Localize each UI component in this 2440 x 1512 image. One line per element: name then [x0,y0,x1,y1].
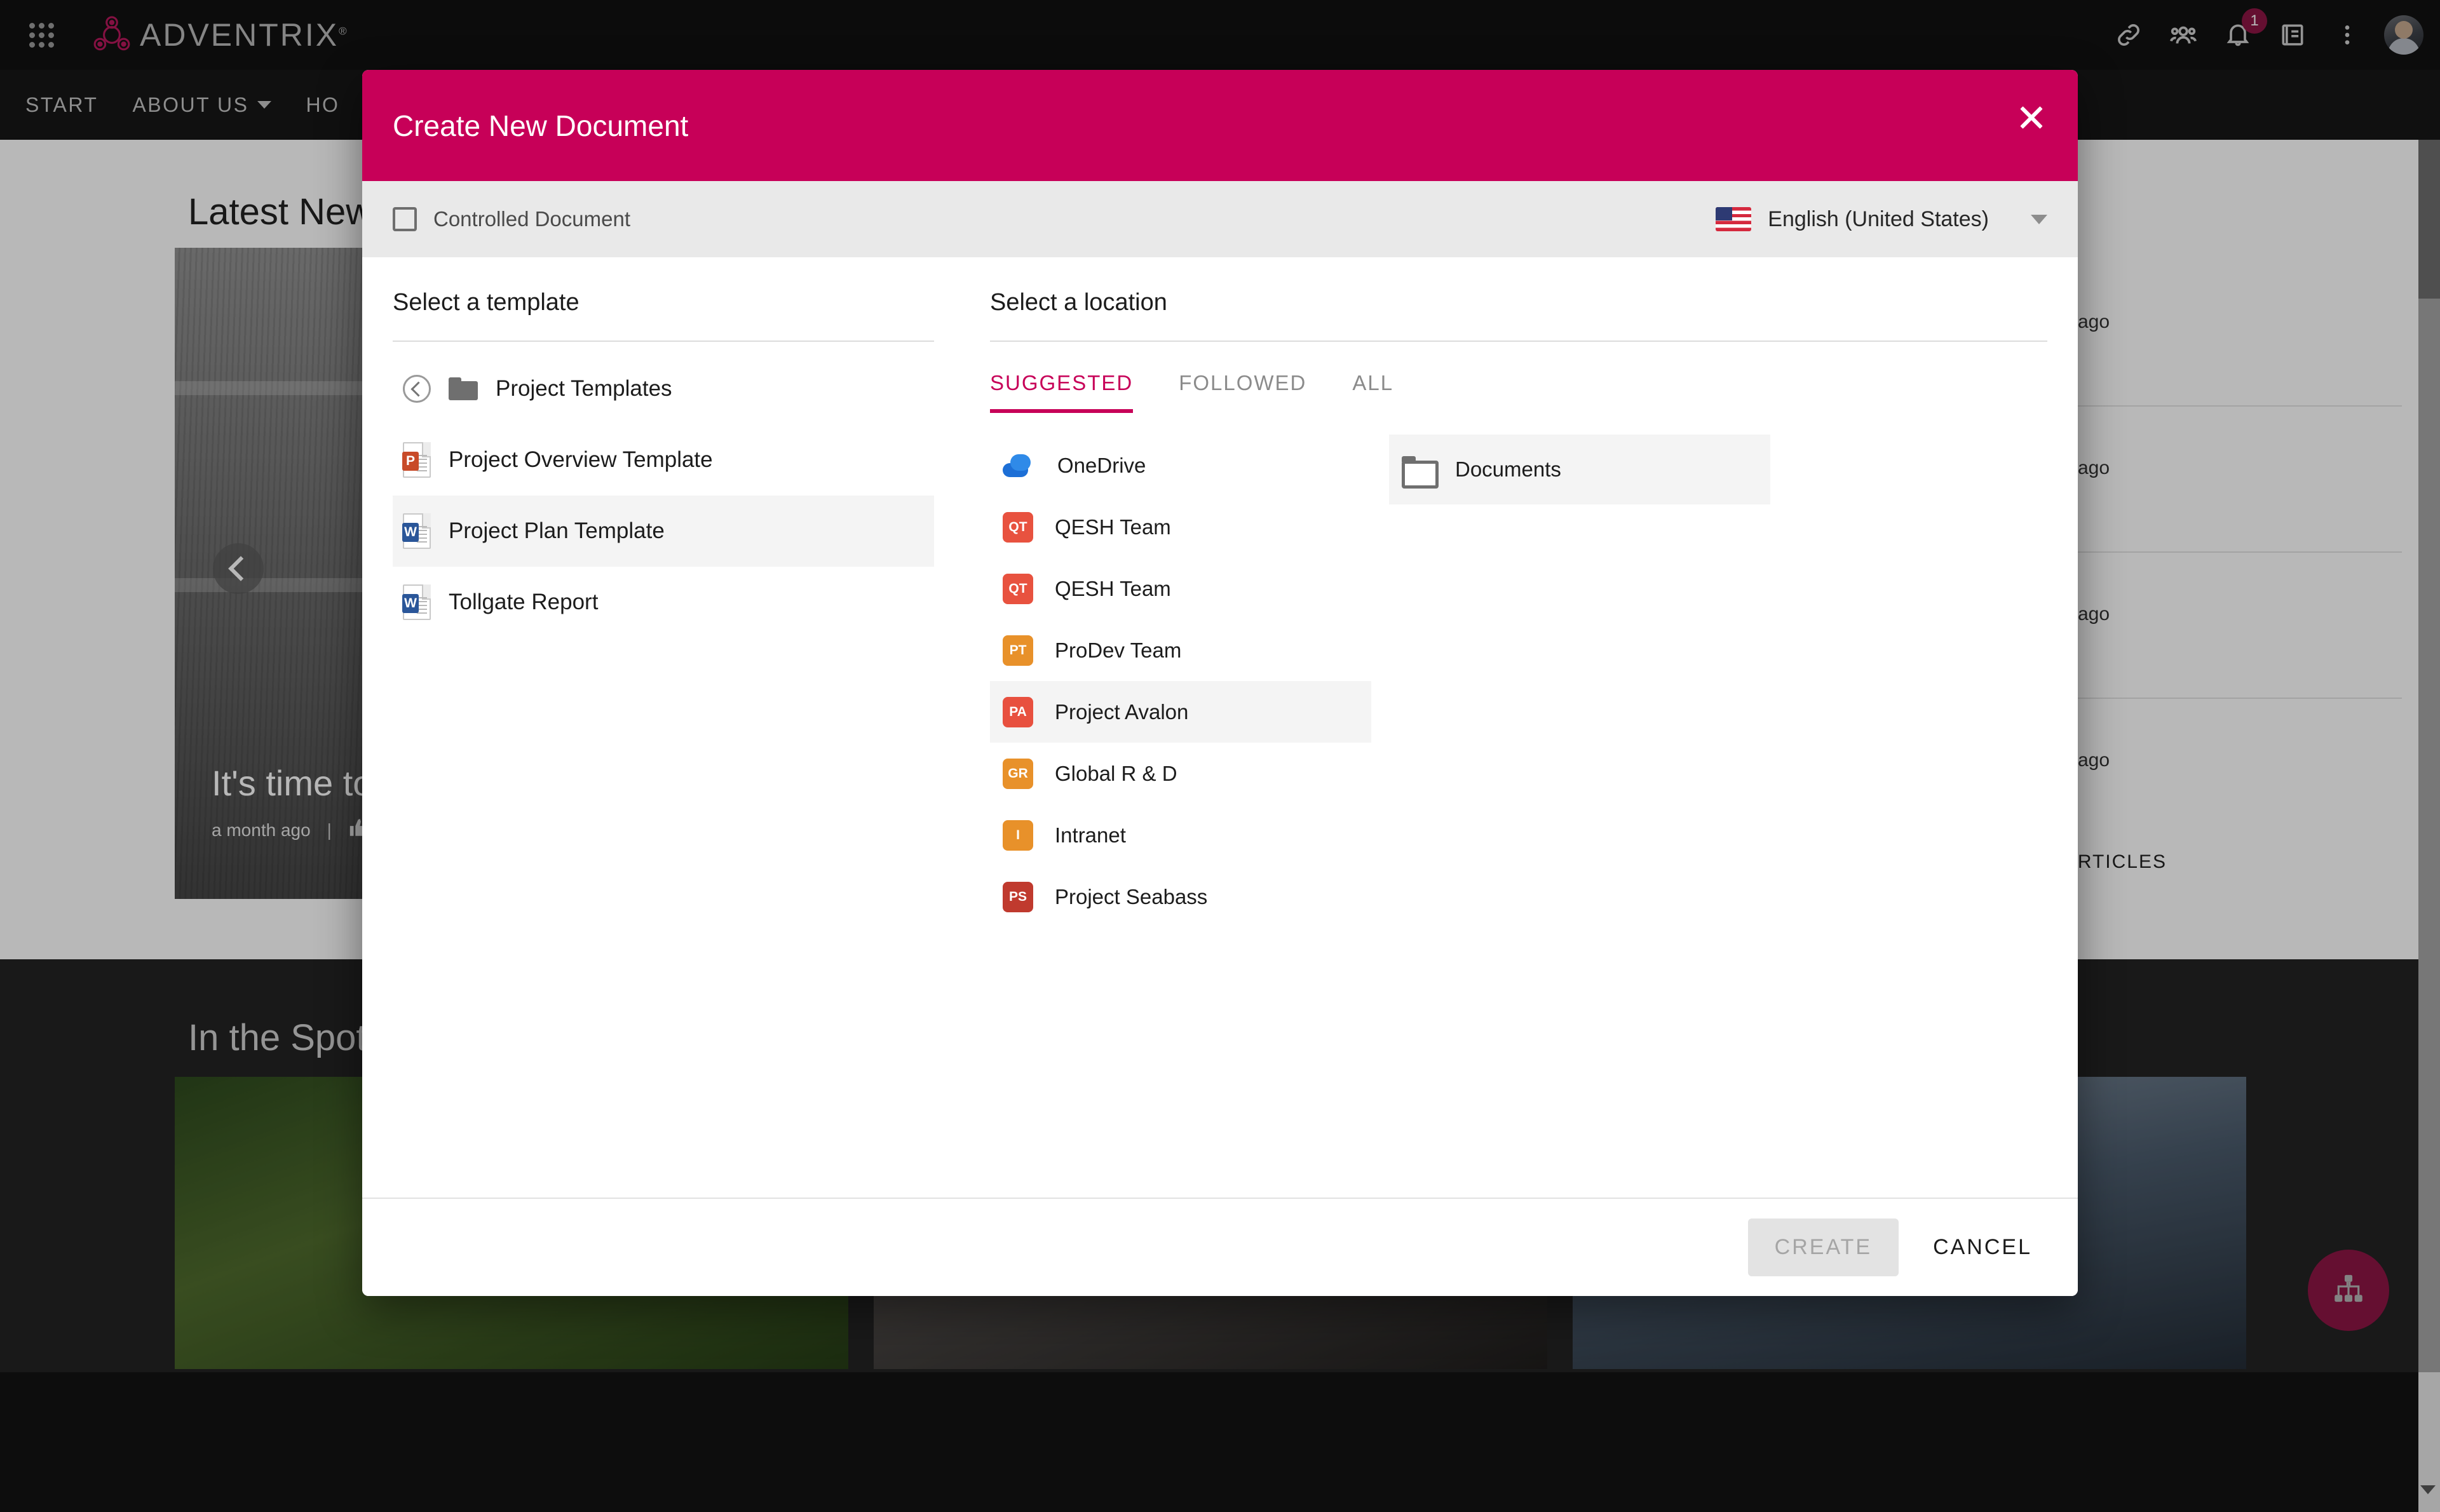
location-panel-heading: Select a location [990,289,2047,342]
onedrive-icon [1003,453,1036,478]
site-avatar-tile: PA [1003,697,1033,727]
site-item-project-avalon[interactable]: PA Project Avalon [990,681,1371,743]
location-panel: Select a location SUGGESTED FOLLOWED ALL… [959,257,2078,1198]
create-new-document-dialog: Create New Document Controlled Document … [362,70,2078,1296]
create-button[interactable]: CREATE [1748,1218,1899,1276]
template-panel: Select a template Project Templates P Pr… [362,257,959,1198]
site-item-label: QESH Team [1055,577,1171,601]
template-panel-heading: Select a template [393,289,934,342]
folder-item-documents[interactable]: Documents [1389,435,1770,504]
language-selector[interactable]: English (United States) [1716,207,2054,232]
site-item-project-seabass[interactable]: PS Project Seabass [990,866,1371,928]
template-item-project-overview[interactable]: P Project Overview Template [393,424,934,496]
tab-label: FOLLOWED [1179,371,1306,395]
template-item-label: Project Overview Template [449,447,713,473]
site-item-label: Project Avalon [1055,700,1188,724]
tab-label: ALL [1352,371,1393,395]
word-file-icon: W [403,584,431,620]
cancel-button[interactable]: CANCEL [1914,1218,2051,1276]
word-file-icon: W [403,513,431,549]
site-avatar-tile: PT [1003,635,1033,666]
site-item-prodev-team[interactable]: PT ProDev Team [990,619,1371,681]
template-item-label: Tollgate Report [449,590,598,615]
site-item-label: OneDrive [1057,454,1146,478]
site-item-onedrive[interactable]: OneDrive [990,435,1371,496]
close-icon[interactable] [2012,98,2051,137]
site-avatar-tile: PS [1003,882,1033,912]
site-item-intranet[interactable]: I Intranet [990,804,1371,866]
site-item-global-rd[interactable]: GR Global R & D [990,743,1371,804]
dialog-options-bar: Controlled Document English (United Stat… [362,181,2078,257]
folder-list: Documents [1389,435,1770,1198]
template-item-label: Project Plan Template [449,518,665,544]
template-list: Project Templates P Project Overview Tem… [393,353,934,638]
tab-all[interactable]: ALL [1352,371,1393,413]
site-avatar-tile: QT [1003,574,1033,604]
site-item-qesh-team-2[interactable]: QT QESH Team [990,558,1371,619]
template-item-tollgate-report[interactable]: W Tollgate Report [393,567,934,638]
folder-outline-icon [1402,456,1434,483]
tab-followed[interactable]: FOLLOWED [1179,371,1306,413]
folder-item-label: Documents [1455,457,1561,482]
dialog-header: Create New Document [362,70,2078,181]
app-root: ADVENTRIX® 1 START [0,0,2440,1372]
breadcrumb: Project Templates [496,376,672,402]
folder-icon [449,377,478,400]
powerpoint-file-icon: P [403,442,431,478]
dialog-title: Create New Document [393,109,688,143]
controlled-document-label: Controlled Document [433,207,630,231]
scroll-down-arrow-icon[interactable] [2420,1485,2436,1494]
location-tabs: SUGGESTED FOLLOWED ALL [990,371,2047,413]
back-arrow-icon[interactable] [403,375,431,403]
site-avatar-tile: QT [1003,512,1033,543]
site-item-label: Global R & D [1055,762,1177,786]
location-columns: OneDrive QT QESH Team QT QESH Team PT [990,435,2047,1198]
site-item-label: ProDev Team [1055,638,1181,663]
tab-label: SUGGESTED [990,371,1133,395]
site-avatar-tile: GR [1003,759,1033,789]
us-flag-icon [1716,207,1751,231]
site-avatar-tile: I [1003,820,1033,851]
site-item-label: QESH Team [1055,515,1171,539]
template-item-project-plan[interactable]: W Project Plan Template [393,496,934,567]
language-value: English (United States) [1768,207,1989,232]
tab-suggested[interactable]: SUGGESTED [990,371,1133,413]
site-item-label: Project Seabass [1055,885,1207,909]
chevron-down-icon[interactable] [2031,215,2047,224]
dialog-footer: CREATE CANCEL [362,1198,2078,1296]
site-item-label: Intranet [1055,823,1126,847]
dialog-body: Select a template Project Templates P Pr… [362,257,2078,1198]
controlled-document-checkbox[interactable]: Controlled Document [393,207,630,231]
checkbox-box[interactable] [393,207,417,231]
template-breadcrumb-row[interactable]: Project Templates [393,353,934,424]
site-item-qesh-team[interactable]: QT QESH Team [990,496,1371,558]
site-list: OneDrive QT QESH Team QT QESH Team PT [990,435,1371,1198]
